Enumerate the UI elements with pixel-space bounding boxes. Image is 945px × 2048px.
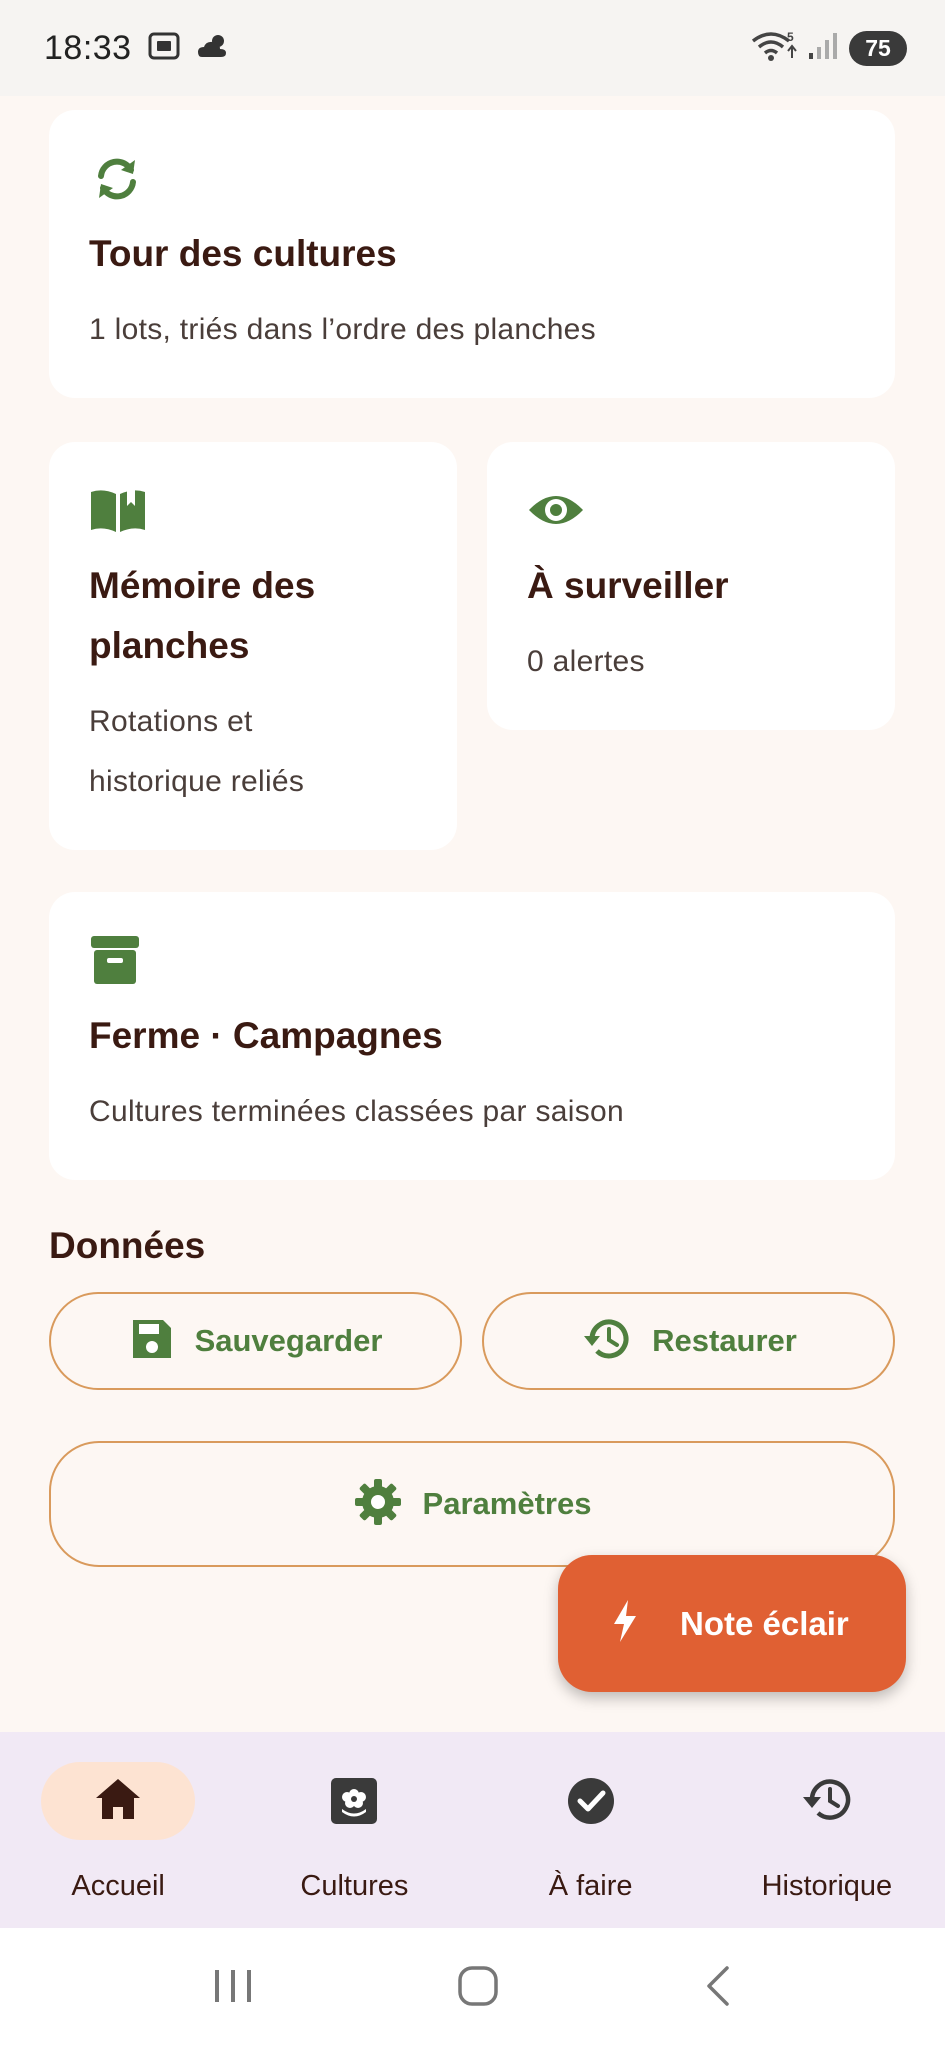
card-subtitle: 0 alertes <box>527 645 645 678</box>
nav-label: Historique <box>761 1870 893 1902</box>
save-button-label: Sauvegarder <box>194 1323 383 1358</box>
archive-box-icon <box>89 934 141 991</box>
recent-apps-icon[interactable] <box>211 1966 255 2011</box>
home-button-icon[interactable] <box>456 1964 500 2013</box>
card-ferme-campagnes[interactable]: Ferme · Campagnes Cultures terminées cla… <box>49 892 895 1180</box>
plant-icon <box>329 1776 379 1831</box>
settings-button[interactable]: Paramètres <box>49 1441 895 1567</box>
status-right: 5 75 <box>751 29 907 68</box>
nav-item-a-faire[interactable]: À faire <box>473 1732 709 1928</box>
card-title-line2: planches <box>89 625 250 666</box>
history-icon <box>580 1316 632 1367</box>
system-nav-bar <box>0 1928 945 2048</box>
weather-icon <box>196 31 230 66</box>
quick-note-fab[interactable]: Note éclair <box>558 1555 906 1692</box>
status-time: 18:33 <box>44 28 132 67</box>
card-a-surveiller[interactable]: À surveiller 0 alertes <box>487 442 895 730</box>
card-subtitle: 1 lots, triés dans l’ordre des planches <box>89 313 596 346</box>
nav-label: Accueil <box>71 1870 165 1902</box>
open-book-icon <box>89 486 147 541</box>
quick-note-label: Note éclair <box>680 1604 849 1642</box>
history-icon <box>800 1776 854 1829</box>
restore-button[interactable]: Restaurer <box>482 1292 895 1390</box>
wifi-badge: 5 <box>787 30 794 44</box>
back-icon[interactable] <box>701 1964 735 2013</box>
eye-icon <box>527 490 585 535</box>
status-left: 18:33 <box>44 29 230 68</box>
floppy-disk-icon <box>129 1316 175 1367</box>
screenshot-icon <box>148 31 180 66</box>
section-title-donnees: Données <box>49 1225 206 1266</box>
home-icon <box>93 1776 143 1827</box>
signal-icon <box>807 31 839 66</box>
save-button[interactable]: Sauvegarder <box>49 1292 462 1390</box>
gear-icon <box>353 1477 403 1532</box>
sync-icon <box>89 154 145 209</box>
wifi-icon: 5 <box>751 29 797 68</box>
nav-label: Cultures <box>300 1870 409 1902</box>
nav-item-historique[interactable]: Historique <box>709 1732 945 1928</box>
card-title-line1: Mémoire des <box>89 565 316 606</box>
card-subtitle-line2: historique reliés <box>89 765 305 798</box>
card-title: Ferme · Campagnes <box>89 1015 443 1056</box>
nav-item-cultures[interactable]: Cultures <box>236 1732 472 1928</box>
card-title: Tour des cultures <box>89 233 397 274</box>
check-circle-icon <box>566 1776 616 1831</box>
restore-button-label: Restaurer <box>652 1323 797 1358</box>
lightning-bolt-icon <box>610 1598 640 1649</box>
nav-label: À faire <box>548 1870 633 1902</box>
card-subtitle: Cultures terminées classées par saison <box>89 1095 624 1128</box>
card-memoire-des-planches[interactable]: Mémoire des planches Rotations et histor… <box>49 442 457 850</box>
settings-button-label: Paramètres <box>422 1486 592 1521</box>
battery-indicator: 75 <box>849 30 907 66</box>
card-subtitle-line1: Rotations et <box>89 705 253 738</box>
nav-item-accueil[interactable]: Accueil <box>0 1732 236 1928</box>
status-bar: 18:33 5 75 <box>0 0 945 96</box>
card-tour-des-cultures[interactable]: Tour des cultures 1 lots, triés dans l’o… <box>49 110 895 398</box>
bottom-nav: Accueil Cultures À faire Historique <box>0 1732 945 1928</box>
card-title: À surveiller <box>527 565 729 606</box>
